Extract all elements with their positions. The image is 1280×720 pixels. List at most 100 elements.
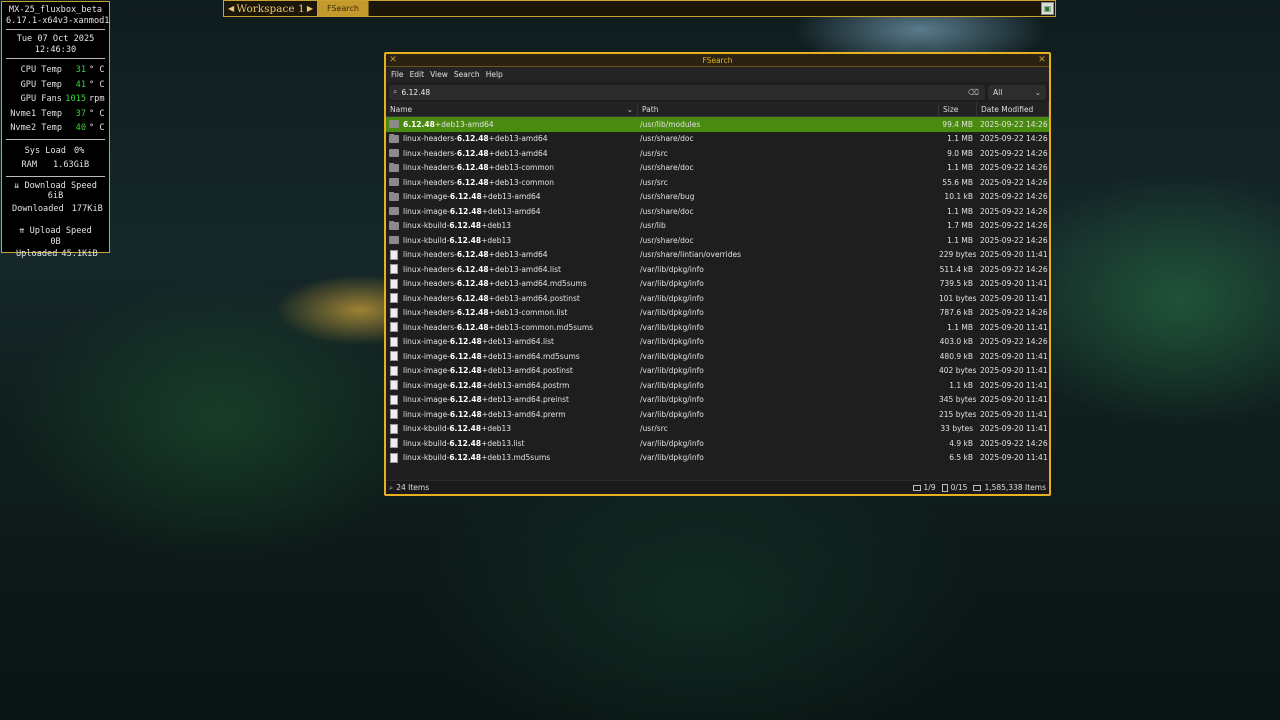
column-name[interactable]: Name ⌄ (386, 102, 638, 116)
close-icon[interactable]: ✕ (1035, 55, 1049, 65)
ram-label: RAM (21, 160, 37, 170)
name-suffix: +deb13-common.md5sums (488, 322, 594, 332)
close-icon[interactable]: ✕ (386, 55, 400, 65)
tray-app-icon[interactable]: ▣ (1041, 2, 1054, 15)
folder-icon (389, 148, 399, 158)
name-suffix: +deb13-amd64 (488, 134, 548, 144)
table-row[interactable]: linux-headers- 6.12.48 +deb13-amd64/usr/sh… (386, 132, 1049, 147)
table-row[interactable]: linux-image- 6.12.48 +deb13-amd64.list/var… (386, 335, 1049, 350)
cell-name: linux-image- 6.12.48 +deb13-amd64.postinst (386, 365, 638, 376)
sensor-row: Nvme2 Temp 40 ° C (6, 121, 105, 136)
table-row[interactable]: linux-image- 6.12.48 +deb13-amd64/usr/shar… (386, 190, 1049, 205)
sensor-label: Nvme1 Temp (10, 108, 62, 119)
uploaded-row: Uploaded 45.1KiB (6, 247, 105, 262)
cell-date: 2025-09-22 14:26 (980, 308, 1048, 318)
table-row[interactable]: linux-image- 6.12.48 +deb13-amd64/usr/shar… (386, 204, 1049, 219)
table-row[interactable]: linux-kbuild- 6.12.48 +deb13.md5sums/var/l… (386, 451, 1049, 466)
cell-date: 2025-09-22 14:26 (980, 134, 1048, 144)
search-input[interactable]: ⌕ 6.12.48 ⌫ (389, 84, 985, 100)
table-row[interactable]: linux-headers- 6.12.48 +deb13-common.md5su… (386, 320, 1049, 335)
name-prefix: linux-image- (403, 380, 450, 390)
table-row[interactable]: linux-headers- 6.12.48 +deb13-amd64/usr/sr… (386, 146, 1049, 161)
menu-search[interactable]: Search (454, 70, 480, 79)
cell-name: linux-headers- 6.12.48 +deb13-amd64.postin… (386, 293, 638, 304)
left-arrow-icon[interactable]: ◀ (228, 4, 234, 13)
name-prefix: linux-headers- (403, 250, 457, 260)
kernel-version: 6.17.1-x64v3-xanmod1 (6, 15, 110, 26)
table-row[interactable]: linux-headers- 6.12.48 +deb13-amd64.md5sum… (386, 277, 1049, 292)
cell-path: /var/lib/dpkg/info (640, 351, 704, 361)
sensor-unit: ° C (89, 65, 105, 75)
name-match: 6.12.48 (449, 395, 482, 405)
cell-name: linux-headers- 6.12.48 +deb13-common.md5su… (386, 322, 638, 333)
sys-load-value: 0% (74, 145, 85, 156)
search-bar: ⌕ 6.12.48 ⌫ All ⌄ (386, 83, 1049, 101)
table-row[interactable]: linux-headers- 6.12.48 +deb13-amd64.postin… (386, 291, 1049, 306)
menu-file[interactable]: File (391, 70, 404, 79)
search-icon: ⌕ (389, 482, 394, 492)
table-row[interactable]: linux-image- 6.12.48 +deb13-amd64.postinst… (386, 364, 1049, 379)
column-path[interactable]: Path (638, 102, 939, 116)
table-row[interactable]: linux-kbuild- 6.12.48 +deb13/usr/share/doc… (386, 233, 1049, 248)
workspace-switcher[interactable]: ◀ Workspace 1 ▶ (224, 1, 318, 16)
right-arrow-icon[interactable]: ▶ (307, 4, 313, 13)
table-row[interactable]: linux-image- 6.12.48 +deb13-amd64.postrm/v… (386, 378, 1049, 393)
name-suffix: +deb13-amd64 (488, 148, 548, 158)
table-row[interactable]: linux-kbuild- 6.12.48 +deb13.list/var/lib/… (386, 436, 1049, 451)
name-suffix: +deb13-amd64.postinst (488, 293, 580, 303)
sensor-label: CPU Temp (20, 65, 62, 75)
cell-date: 2025-09-20 11:41 (980, 424, 1048, 434)
name-match: 6.12.48 (449, 235, 482, 245)
name-prefix: linux-image- (403, 395, 450, 405)
cell-date: 2025-09-20 11:41 (980, 250, 1048, 260)
cell-path: /usr/src (640, 424, 668, 434)
table-row[interactable]: linux-headers- 6.12.48 +deb13-amd64/usr/sh… (386, 248, 1049, 263)
menu-help[interactable]: Help (486, 70, 503, 79)
table-row[interactable]: linux-headers- 6.12.48 +deb13-amd64.list/v… (386, 262, 1049, 277)
cell-size: 1.1 kB (949, 380, 973, 390)
hostname: MX-25_fluxbox_beta (8, 5, 103, 15)
cell-path: /var/lib/dpkg/info (640, 264, 704, 274)
menu-edit[interactable]: Edit (410, 70, 425, 79)
filter-select[interactable]: All ⌄ (988, 84, 1046, 100)
name-suffix: +deb13-amd64.md5sums (481, 351, 580, 361)
cell-date: 2025-09-20 11:41 (980, 279, 1048, 289)
table-row[interactable]: linux-headers- 6.12.48 +deb13-common/usr/s… (386, 161, 1049, 176)
titlebar[interactable]: ✕ FSearch ✕ (386, 54, 1049, 67)
download-speed-label: ⇊ Download Speed (14, 180, 97, 191)
table-row[interactable]: linux-image- 6.12.48 +deb13-amd64.preinst /… (386, 393, 1049, 408)
cell-name: linux-image- 6.12.48 +deb13-amd64 (386, 192, 638, 201)
cell-size: 101 bytes (939, 293, 977, 303)
clear-icon[interactable]: ⌫ (968, 88, 979, 97)
cell-name: linux-kbuild- 6.12.48 +deb13 (386, 235, 638, 245)
table-row[interactable]: linux-image- 6.12.48 +deb13-amd64.prerm/va… (386, 407, 1049, 422)
name-prefix: linux-headers- (403, 322, 457, 332)
folder-icon (389, 134, 399, 143)
sensor-value: 40 (75, 123, 86, 133)
column-date-modified[interactable]: Date Modified (977, 102, 1049, 116)
name-match: 6.12.48 (456, 264, 489, 274)
name-match: 6.12.48 (456, 148, 489, 158)
downloaded-label: Downloaded (12, 203, 64, 214)
cell-name: linux-headers- 6.12.48 +deb13-common.list (386, 307, 638, 318)
cell-size: 9.0 MB (947, 148, 973, 158)
name-suffix: +deb13-amd64 (434, 119, 494, 129)
sensor-unit: rpm (89, 94, 105, 104)
table-row[interactable]: linux-kbuild- 6.12.48 +deb13/usr/src 33 byt… (386, 422, 1049, 437)
table-row[interactable]: 6.12.48 +deb13-amd64/usr/lib/modules 99.4 … (386, 117, 1049, 132)
chevron-down-icon: ⌄ (1034, 87, 1041, 97)
cell-name: linux-headers- 6.12.48 +deb13-amd64 (386, 134, 638, 143)
table-row[interactable]: linux-headers- 6.12.48 +deb13-common.list /… (386, 306, 1049, 321)
downloaded-value: 177KiB (71, 203, 103, 214)
column-size[interactable]: Size (939, 102, 977, 116)
taskbar-item-fsearch[interactable]: FSearch (318, 1, 369, 16)
cell-path: /usr/share/doc (640, 235, 694, 245)
table-row[interactable]: linux-kbuild- 6.12.48 +deb13/usr/lib 1.7 MB… (386, 219, 1049, 234)
menu-view[interactable]: View (430, 70, 448, 79)
sensor-value: 31 (75, 65, 86, 75)
cell-date: 2025-09-20 11:41 (980, 293, 1048, 303)
table-row[interactable]: linux-image- 6.12.48 +deb13-amd64.md5sums /… (386, 349, 1049, 364)
cell-size: 402 bytes (939, 366, 977, 376)
cell-date: 2025-09-22 14:26 (980, 438, 1048, 448)
table-row[interactable]: linux-headers- 6.12.48 +deb13-common/usr/s… (386, 175, 1049, 190)
